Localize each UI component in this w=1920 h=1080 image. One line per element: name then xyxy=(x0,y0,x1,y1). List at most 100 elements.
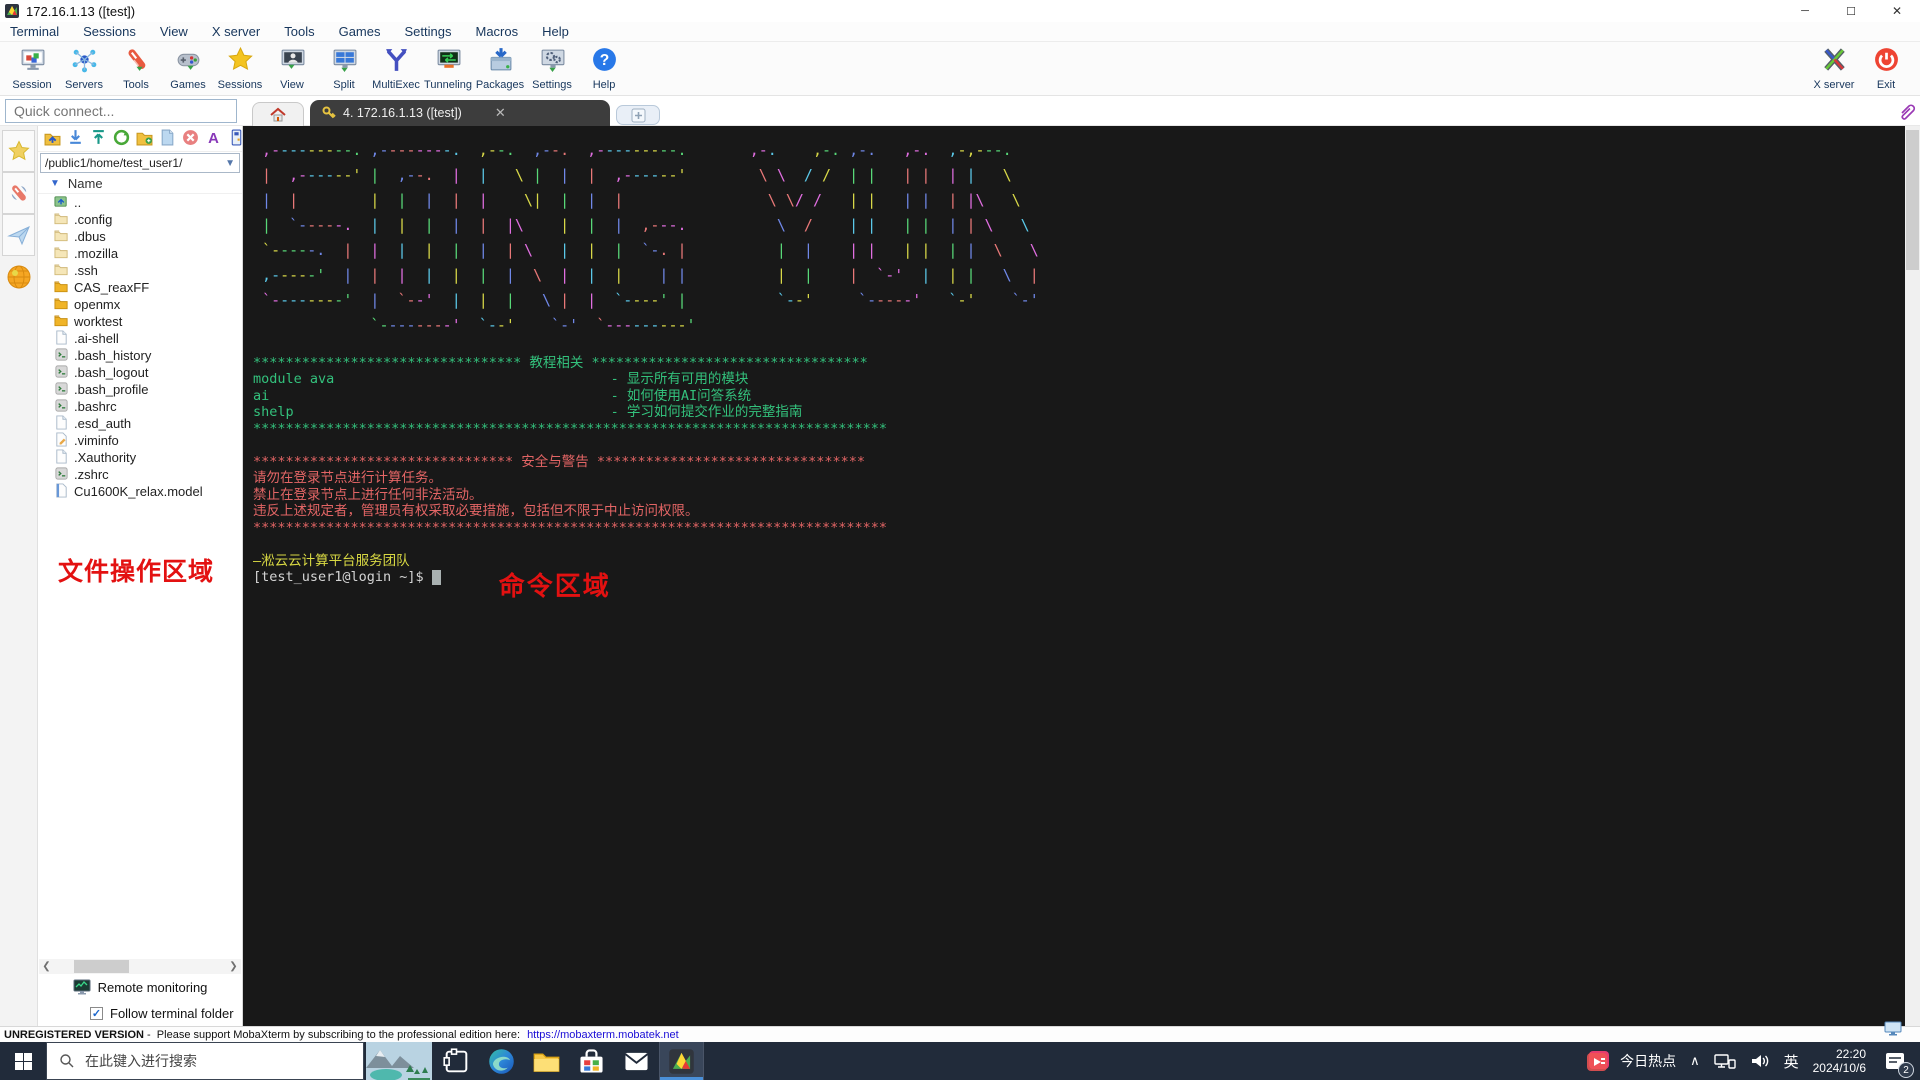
terminal-scrollbar[interactable] xyxy=(1905,126,1920,1026)
new-folder-icon[interactable] xyxy=(136,129,153,149)
terminal-area[interactable]: ,---------. ,--------. ,--. ,--. ,------… xyxy=(243,126,1905,1026)
menu-settings[interactable]: Settings xyxy=(405,24,452,39)
toolbar-session-button[interactable]: Session xyxy=(6,44,58,91)
menu-sessions[interactable]: Sessions xyxy=(83,24,136,39)
file-row[interactable]: .ssh xyxy=(38,262,242,279)
tray-expand-chevron[interactable]: ∧ xyxy=(1690,1053,1700,1069)
file-row[interactable]: .mozilla xyxy=(38,245,242,262)
toolbar-sessions-button[interactable]: Sessions xyxy=(214,44,266,91)
download-icon[interactable] xyxy=(67,129,84,149)
toolbar-settings-button[interactable]: Settings xyxy=(526,44,578,91)
notification-center-button[interactable]: 2 xyxy=(1880,1046,1914,1078)
sidebar-tab-sessions[interactable] xyxy=(2,130,35,172)
toolbar-xserver-button[interactable]: X server xyxy=(1808,44,1860,91)
home-tab[interactable] xyxy=(252,102,304,126)
taskbar-search-box[interactable]: 在此键入进行搜索 xyxy=(46,1042,364,1080)
file-row[interactable]: Cu1600K_relax.model xyxy=(38,482,242,500)
toolbar-tools-button[interactable]: Tools xyxy=(110,44,162,91)
menu-terminal[interactable]: Terminal xyxy=(10,24,59,39)
taskbar-app-task-view[interactable] xyxy=(434,1042,479,1080)
file-row[interactable]: CAS_reaxFF xyxy=(38,279,242,296)
clock-widget[interactable]: 22:20 2024/10/6 xyxy=(1813,1047,1866,1075)
tab-close-icon[interactable]: ✕ xyxy=(495,105,506,121)
toolbar-view-button[interactable]: View xyxy=(266,44,318,91)
file-row[interactable]: .bash_profile xyxy=(38,381,242,398)
file-row[interactable]: .ai-shell xyxy=(38,329,242,347)
edge-icon xyxy=(489,1048,514,1074)
toolbar-servers-button[interactable]: Servers xyxy=(58,44,110,91)
scroll-left-icon[interactable]: ❮ xyxy=(39,961,54,972)
mobatek-link[interactable]: https://mobaxterm.mobatek.net xyxy=(527,1029,679,1041)
toolbar-help-button[interactable]: ? Help xyxy=(578,44,630,91)
toolbar-exit-button[interactable]: Exit xyxy=(1860,44,1912,91)
start-button[interactable] xyxy=(0,1042,46,1080)
menu-macros[interactable]: Macros xyxy=(475,24,518,39)
file-row[interactable]: openmx xyxy=(38,296,242,313)
file-row[interactable]: .config xyxy=(38,211,242,228)
go-up-icon[interactable] xyxy=(44,129,61,149)
tab-session-active[interactable]: 4. 172.16.1.13 ([test]) ✕ xyxy=(310,100,610,126)
quick-connect-input[interactable] xyxy=(5,99,237,123)
sidebar-tab-sftp[interactable] xyxy=(2,256,35,298)
toolbar-label: Split xyxy=(333,79,355,91)
security-warning-line: ******************************** 安全与警告 *… xyxy=(253,453,866,470)
file-row[interactable]: .bash_logout xyxy=(38,364,242,381)
name-column-header[interactable]: ▼ Name xyxy=(38,174,242,194)
refresh-icon[interactable] xyxy=(113,129,130,149)
file-name: .config xyxy=(74,212,113,227)
ime-indicator[interactable]: 英 xyxy=(1784,1051,1799,1072)
taskbar-app-mobaxterm[interactable] xyxy=(659,1042,704,1080)
file-name: .bash_history xyxy=(74,348,152,363)
menu-view[interactable]: View xyxy=(160,24,188,39)
windows-taskbar: 在此键入进行搜索 今日热点 ∧ 英 22:20 2024/10/6 2 xyxy=(0,1042,1920,1080)
network-icon[interactable] xyxy=(1713,1052,1736,1070)
toolbar-games-button[interactable]: Games xyxy=(162,44,214,91)
follow-terminal-folder-toggle[interactable]: ✓ Follow terminal folder xyxy=(38,1000,242,1026)
file-row[interactable]: .bash_history xyxy=(38,347,242,364)
file-row[interactable]: .esd_auth xyxy=(38,414,242,432)
toolbar-tunneling-button[interactable]: Tunneling xyxy=(422,44,474,91)
new-file-icon[interactable] xyxy=(159,129,176,149)
taskbar-app-mail[interactable] xyxy=(614,1042,659,1080)
volume-icon[interactable] xyxy=(1750,1052,1770,1070)
taskbar-app-edge[interactable] xyxy=(479,1042,524,1080)
scrollbar-thumb[interactable] xyxy=(1906,130,1919,270)
weather-widget[interactable] xyxy=(364,1042,434,1080)
maximize-button[interactable]: ☐ xyxy=(1828,0,1874,22)
scrollbar-thumb[interactable] xyxy=(74,960,129,973)
sidebar-horizontal-scrollbar[interactable]: ❮ ❯ xyxy=(39,959,241,974)
remote-screen-icon[interactable] xyxy=(1884,1021,1902,1036)
toolbar-split-button[interactable]: Split xyxy=(318,44,370,91)
ascii-art-line: `--------' `--' `-' `---------' xyxy=(370,316,696,334)
menu-help[interactable]: Help xyxy=(542,24,569,39)
file-row[interactable]: .viminfo xyxy=(38,431,242,449)
remote-monitoring-button[interactable]: Remote monitoring xyxy=(38,974,242,1000)
file-row[interactable]: .Xauthority xyxy=(38,448,242,466)
font-icon[interactable]: A xyxy=(205,129,222,149)
minimize-button[interactable]: ─ xyxy=(1782,0,1828,22)
sidebar-tab-macros[interactable] xyxy=(2,214,35,256)
upload-icon[interactable] xyxy=(90,129,107,149)
toolbar-packages-button[interactable]: Packages xyxy=(474,44,526,91)
file-row[interactable]: .dbus xyxy=(38,228,242,245)
taskbar-app-store[interactable] xyxy=(569,1042,614,1080)
toolbar-multiexec-button[interactable]: MultiExec xyxy=(370,44,422,91)
file-row[interactable]: .bashrc xyxy=(38,398,242,415)
sidebar-tab-tools[interactable] xyxy=(2,172,35,214)
close-button[interactable]: ✕ xyxy=(1874,0,1920,22)
file-name: Cu1600K_relax.model xyxy=(74,484,203,499)
menu-tools[interactable]: Tools xyxy=(284,24,314,39)
taskbar-app-file-explorer[interactable] xyxy=(524,1042,569,1080)
hotspot-widget[interactable]: 今日热点 xyxy=(1586,1049,1676,1073)
menu-x-server[interactable]: X server xyxy=(212,24,260,39)
file-row[interactable]: worktest xyxy=(38,313,242,330)
path-dropdown[interactable]: /public1/home/test_user1/ ▼ xyxy=(40,153,240,173)
attachments-paperclip-icon[interactable] xyxy=(1896,100,1916,122)
new-tab-button[interactable] xyxy=(616,105,660,125)
file-row[interactable]: .. xyxy=(38,194,242,211)
menu-games[interactable]: Games xyxy=(339,24,381,39)
scroll-right-icon[interactable]: ❯ xyxy=(226,961,241,972)
delete-icon[interactable] xyxy=(182,129,199,149)
checkbox-checked-icon[interactable]: ✓ xyxy=(90,1006,103,1020)
file-row[interactable]: .zshrc xyxy=(38,466,242,483)
